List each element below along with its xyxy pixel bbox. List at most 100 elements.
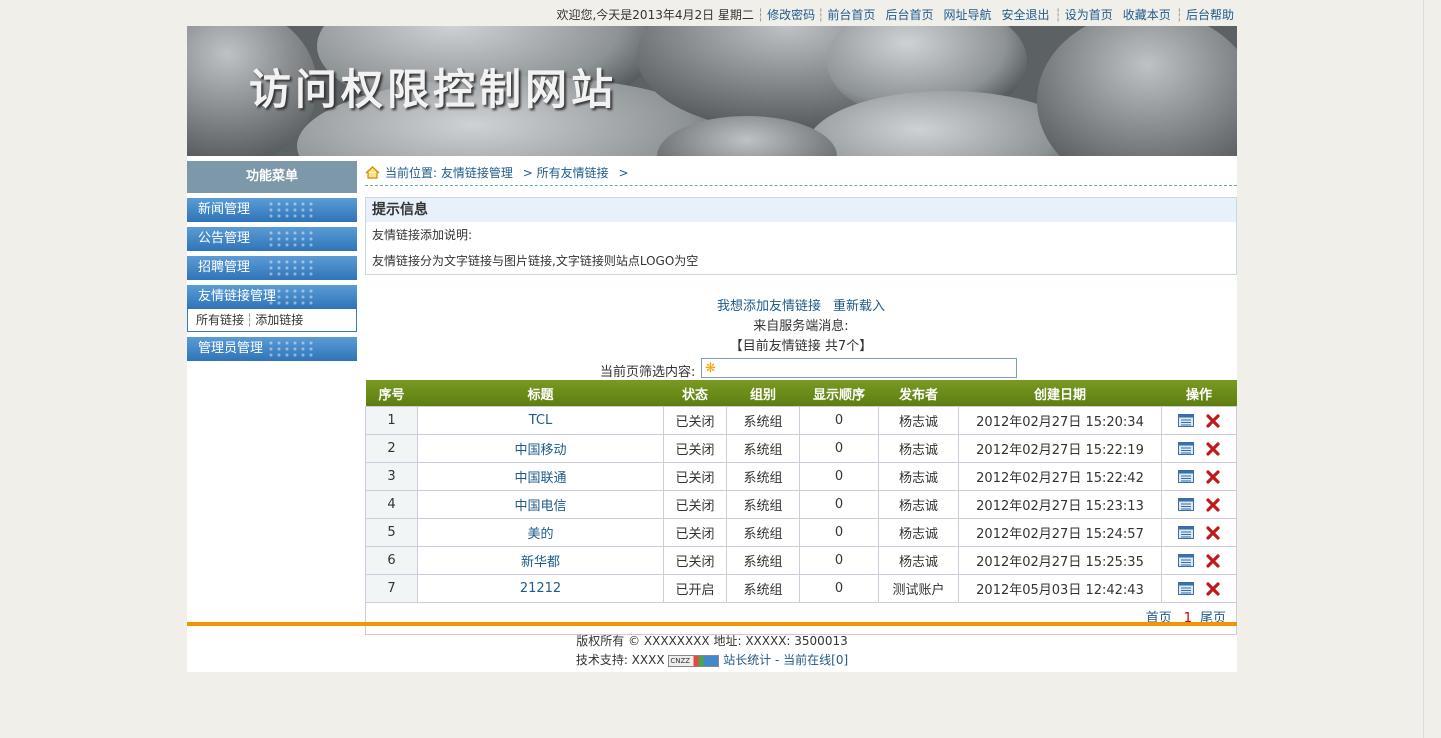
reload-button[interactable]: 重新载入 xyxy=(833,299,885,314)
row-title[interactable]: 新华都 xyxy=(417,546,664,575)
row-created: 2012年02月27日 15:24:57 xyxy=(958,518,1162,547)
sidebar-item-admin[interactable]: 管理员管理 xyxy=(187,337,357,361)
admin-help-link[interactable]: 后台帮助 xyxy=(1186,8,1234,22)
link-count: 【目前友情链接 共7个】 xyxy=(729,339,873,354)
footer-stats-link[interactable]: 站长统计 - 当前在线[0] xyxy=(723,653,848,667)
hint-title: 提示信息 xyxy=(366,198,1236,222)
row-group: 系统组 xyxy=(726,462,800,491)
row-status: 已关闭 xyxy=(663,546,727,575)
delete-icon[interactable] xyxy=(1206,469,1220,484)
row-order: 0 xyxy=(799,518,879,547)
set-homepage-link[interactable]: 设为首页 xyxy=(1065,8,1113,22)
edit-icon[interactable] xyxy=(1178,442,1194,455)
edit-icon[interactable] xyxy=(1178,414,1194,427)
row-status: 已关闭 xyxy=(663,490,727,519)
submenu-add-link[interactable]: 添加链接 xyxy=(255,313,303,327)
row-group: 系统组 xyxy=(726,406,800,435)
row-publisher: 杨志诚 xyxy=(878,546,959,575)
delete-icon[interactable] xyxy=(1206,497,1220,512)
top-links: 欢迎您,今天是2013年4月2日 星期二 ┆ 修改密码 ┆ 前台首页 后台首页 网址导航 安全… xyxy=(556,8,1234,22)
row-title-link[interactable]: 中国联通 xyxy=(514,471,566,486)
row-title-link[interactable]: 中国电信 xyxy=(514,499,566,514)
row-publisher: 杨志诚 xyxy=(878,490,959,519)
filter-input[interactable] xyxy=(701,358,1017,378)
row-title[interactable]: 美的 xyxy=(417,518,664,547)
row-created: 2012年02月27日 15:23:13 xyxy=(958,490,1162,519)
footer-copyright: 版权所有 © XXXXXXXX 地址: XXXXX: 3500013 xyxy=(576,634,848,648)
site-nav-link[interactable]: 网址导航 xyxy=(943,8,991,22)
row-title-link[interactable]: 新华都 xyxy=(521,555,560,570)
row-index: 5 xyxy=(365,518,418,547)
flower-icon: ❋ xyxy=(705,361,716,376)
sidebar-item-news[interactable]: 新闻管理 xyxy=(187,198,357,222)
row-status: 已关闭 xyxy=(663,434,727,463)
row-group: 系统组 xyxy=(726,518,800,547)
delete-icon[interactable] xyxy=(1206,581,1220,596)
topbar: 欢迎您,今天是2013年4月2日 星期二 ┆ 修改密码 ┆ 前台首页 后台首页 网址导航 安全… xyxy=(187,0,1237,26)
breadcrumb-prefix: 当前位置: xyxy=(385,166,438,180)
col-header-status: 状态 xyxy=(663,380,727,407)
delete-icon[interactable] xyxy=(1206,441,1220,456)
row-publisher: 杨志诚 xyxy=(878,462,959,491)
sidebar-item-notice[interactable]: 公告管理 xyxy=(187,227,357,251)
breadcrumb-level2[interactable]: 所有友情链接 xyxy=(537,166,609,180)
row-ops xyxy=(1161,518,1237,547)
pager: 首页 1 尾页 xyxy=(365,603,1237,635)
row-created: 2012年02月27日 15:20:34 xyxy=(958,406,1162,435)
submenu-all-links[interactable]: 所有链接 xyxy=(196,313,244,327)
edit-icon[interactable] xyxy=(1178,498,1194,511)
row-title-link[interactable]: TCL xyxy=(529,413,553,428)
table-header-row: 序号 标题 状态 组别 显示顺序 发布者 创建日期 操作 xyxy=(365,380,1237,407)
frontend-home-link[interactable]: 前台首页 xyxy=(827,8,875,22)
scrollbar[interactable] xyxy=(1423,0,1441,738)
sidebar-item-links[interactable]: 友情链接管理 xyxy=(187,285,357,309)
delete-icon[interactable] xyxy=(1206,413,1220,428)
row-title-link[interactable]: 中国移动 xyxy=(514,443,566,458)
actions-area: 我想添加友情链接 重新载入 来自服务端消息: 【目前友情链接 共7个】 xyxy=(365,297,1237,357)
row-title-link[interactable]: 美的 xyxy=(527,527,553,542)
breadcrumb: 当前位置: 友情链接管理 > 所有友情链接 > xyxy=(365,161,1237,186)
col-header-created: 创建日期 xyxy=(958,380,1162,407)
row-publisher: 测试账户 xyxy=(878,574,959,603)
breadcrumb-level1[interactable]: 友情链接管理 xyxy=(441,166,513,180)
row-title[interactable]: 中国移动 xyxy=(417,434,664,463)
row-title[interactable]: TCL xyxy=(417,406,664,435)
backend-home-link[interactable]: 后台首页 xyxy=(885,8,933,22)
row-title-link[interactable]: 21212 xyxy=(520,581,561,596)
edit-icon[interactable] xyxy=(1178,582,1194,595)
bookmark-link[interactable]: 收藏本页 xyxy=(1123,8,1171,22)
row-group: 系统组 xyxy=(726,490,800,519)
banner: 访问权限控制网站 xyxy=(187,26,1237,156)
row-title[interactable]: 中国联通 xyxy=(417,462,664,491)
sidebar: 功能菜单 新闻管理 公告管理 招聘管理 友情链接管理 所有链接 ┆ 添加链接 管理员… xyxy=(187,161,357,361)
logout-link[interactable]: 安全退出 xyxy=(1001,8,1049,22)
breadcrumb-sep: > xyxy=(522,166,533,180)
edit-icon[interactable] xyxy=(1178,526,1194,539)
row-index: 1 xyxy=(365,406,418,435)
col-header-group: 组别 xyxy=(726,380,800,407)
footer-support: 技术支持: XXXX xyxy=(575,653,665,667)
row-created: 2012年02月27日 15:22:42 xyxy=(958,462,1162,491)
row-order: 0 xyxy=(799,462,879,491)
col-header-title: 标题 xyxy=(417,380,664,407)
row-ops xyxy=(1161,574,1237,603)
delete-icon[interactable] xyxy=(1206,525,1220,540)
cnzz-badge[interactable]: CNZZ xyxy=(668,654,720,667)
add-link-button[interactable]: 我想添加友情链接 xyxy=(717,299,821,314)
row-status: 已关闭 xyxy=(663,462,727,491)
row-status: 已开启 xyxy=(663,574,727,603)
sidebar-item-recruit[interactable]: 招聘管理 xyxy=(187,256,357,280)
row-ops xyxy=(1161,406,1237,435)
row-order: 0 xyxy=(799,490,879,519)
links-table: 序号 标题 状态 组别 显示顺序 发布者 创建日期 操作 1 TCL 已关闭 系统组 0… xyxy=(365,380,1237,603)
row-title[interactable]: 21212 xyxy=(417,574,664,603)
welcome-text: 欢迎您,今天是2013年4月2日 星期二 xyxy=(556,8,754,22)
table-row: 7 21212 已开启 系统组 0 测试账户 2012年05月03日 12:42:43 xyxy=(365,574,1237,603)
row-title[interactable]: 中国电信 xyxy=(417,490,664,519)
hint-box: 提示信息 友情链接添加说明: 友情链接分为文字链接与图片链接,文字链接则站点LO… xyxy=(365,197,1237,275)
footer: 版权所有 © XXXXXXXX 地址: XXXXX: 3500013 技术支持:… xyxy=(187,632,1237,670)
delete-icon[interactable] xyxy=(1206,553,1220,568)
change-password-link[interactable]: 修改密码 xyxy=(767,8,815,22)
edit-icon[interactable] xyxy=(1178,554,1194,567)
edit-icon[interactable] xyxy=(1178,470,1194,483)
